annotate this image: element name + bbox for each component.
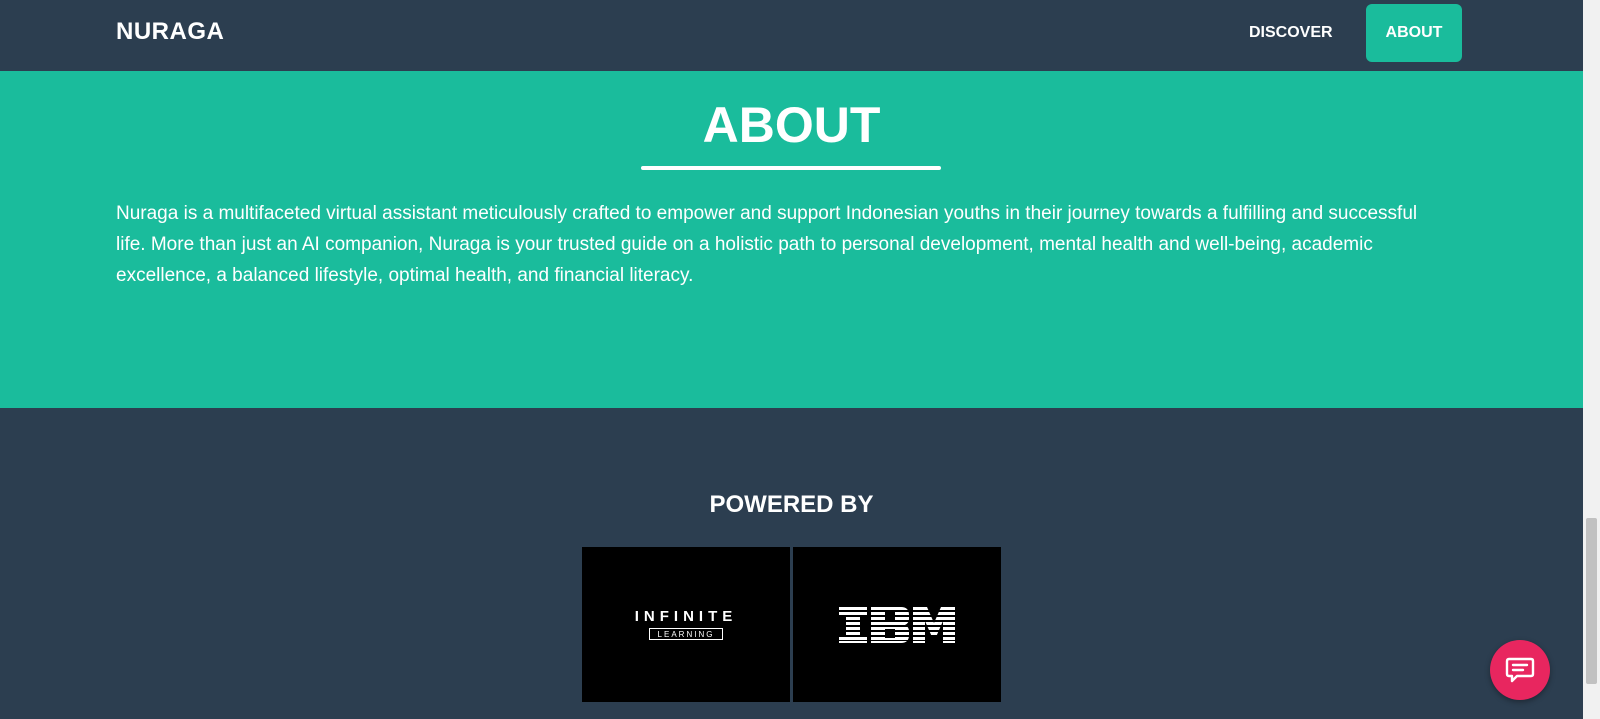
learning-logo-text: LEARNING (649, 628, 723, 640)
about-title: ABOUT (702, 97, 881, 153)
chat-icon (1505, 657, 1535, 683)
scrollbar-thumb[interactable] (1586, 518, 1597, 684)
ibm-logo (793, 547, 1001, 702)
navbar: NURAGA DISCOVER ABOUT (0, 0, 1583, 71)
page-scrollbar[interactable] (1583, 0, 1600, 719)
about-section: ABOUT Nuraga is a multifaceted virtual a… (0, 71, 1583, 408)
nav-link-about[interactable]: ABOUT (1366, 4, 1462, 62)
nav-link-discover[interactable]: DISCOVER (1233, 4, 1349, 62)
page: NURAGA DISCOVER ABOUT ABOUT Nuraga is a … (0, 0, 1583, 719)
ibm-logo-mark (839, 607, 955, 643)
title-divider (641, 166, 941, 170)
about-description: Nuraga is a multifaceted virtual assista… (116, 203, 1418, 286)
infinite-logo-text: INFINITE (634, 608, 738, 625)
chat-button[interactable] (1490, 640, 1550, 700)
powered-by-title: POWERED BY (709, 491, 874, 518)
brand-logo[interactable]: NURAGA (116, 18, 224, 46)
infinite-learning-logo: INFINITE LEARNING (582, 547, 790, 702)
